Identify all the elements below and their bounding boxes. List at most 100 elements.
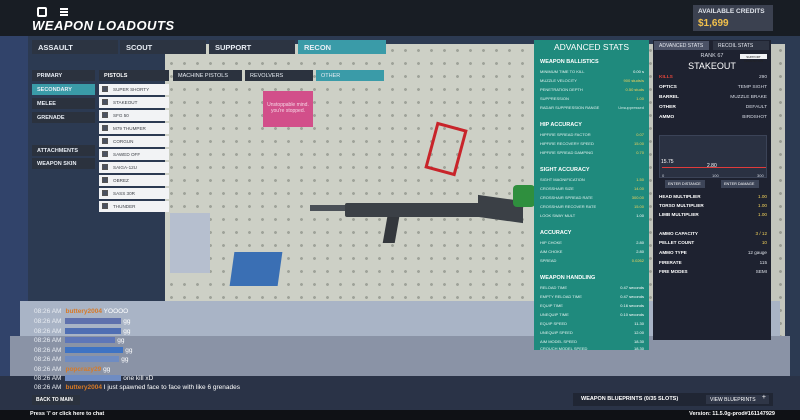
weapon-info-panel: ADVANCED STATS RECOIL STATS RANK 67 SUPP… bbox=[653, 40, 771, 340]
checkbox-icon bbox=[102, 125, 108, 131]
section-heading: WEAPON HANDLING bbox=[540, 275, 596, 281]
advanced-stats-title: ADVANCED STATS bbox=[553, 42, 630, 52]
page-title: WEAPON LOADOUTS bbox=[32, 18, 175, 33]
stat-row: UNEQUIP TIME 0.10 seconds bbox=[540, 312, 644, 317]
weapon-item[interactable]: THUNDER bbox=[99, 201, 169, 212]
subcat-other[interactable]: OTHER bbox=[316, 70, 384, 81]
multiplier-row: LIMB MULTIPLIER 1.00 bbox=[659, 212, 767, 217]
stat-row: RADAR SUPPRESSION RANGE Unsuppressed bbox=[540, 105, 644, 110]
slot-melee[interactable]: MELEE bbox=[32, 98, 95, 109]
tab-advanced-stats[interactable]: ADVANCED STATS bbox=[654, 41, 709, 50]
plus-icon: + bbox=[761, 394, 766, 401]
stat-row: PENETRATION DEPTH 0.50 studs bbox=[540, 87, 644, 92]
stat-row: SUPPRESSION 1.00 bbox=[540, 96, 644, 101]
chat-message: 08:26 AM gg bbox=[34, 347, 133, 354]
stat-row: EQUIP TIME 0.16 seconds bbox=[540, 303, 644, 308]
ammo-row: PELLET COUNT 10 bbox=[659, 240, 767, 245]
credits-label: AVAILABLE CREDITS bbox=[698, 8, 765, 15]
ammo-row: FIRE MODES SEMI bbox=[659, 269, 767, 274]
enter-distance-button[interactable]: ENTER DISTANCE bbox=[665, 180, 705, 188]
pegboard bbox=[165, 44, 555, 344]
weapon-class-header[interactable]: PISTOLS bbox=[99, 70, 169, 81]
blueprints-label: WEAPON BLUEPRINTS (0/35 SLOTS) bbox=[581, 396, 679, 402]
checkbox-icon bbox=[102, 164, 108, 170]
weapon-item[interactable]: SUPER SHORTY bbox=[99, 84, 169, 95]
advanced-stats-panel[interactable]: ADVANCED STATS WEAPON BALLISTICS MINIMUM… bbox=[534, 40, 649, 351]
ammo-row: AMMO TYPE 12 gauge bbox=[659, 250, 767, 255]
chat-message: 08:26 AM one kill xD bbox=[34, 375, 154, 382]
credits-box: AVAILABLE CREDITS $1,699 bbox=[693, 5, 773, 31]
weapon-name: STAKEOUT bbox=[688, 61, 736, 71]
checkbox-icon bbox=[102, 112, 108, 118]
ammo-row: FIRERATE 115 bbox=[659, 260, 767, 265]
stat-row: AIM CHOKE 2.80 bbox=[540, 249, 644, 254]
stat-row: AIM MODEL SPEED 18.30 bbox=[540, 339, 644, 344]
attachments-button[interactable]: ATTACHMENTS bbox=[32, 145, 95, 156]
attachment-row: OPTICS TEMP SIGHT bbox=[659, 85, 767, 90]
slot-secondary[interactable]: SECONDARY bbox=[32, 84, 95, 95]
graph-tick: 0 bbox=[662, 173, 665, 178]
credits-value: $1,699 bbox=[698, 18, 729, 29]
checkbox-icon bbox=[102, 86, 108, 92]
checkbox-icon bbox=[102, 151, 108, 157]
chat-hint[interactable]: Press '/' or click here to chat bbox=[30, 411, 104, 417]
stat-row: MINIMUM TIME TO KILL 0.00 s bbox=[540, 69, 644, 74]
chat-message: 08:26 AM gg bbox=[34, 328, 131, 335]
ammo-row: AMMO CAPACITY 3 / 12 bbox=[659, 231, 767, 236]
stat-row: EQUIP SPEED 11.30 bbox=[540, 321, 644, 326]
view-blueprints-button[interactable]: VIEW BLUEPRINTS + bbox=[706, 394, 769, 404]
weapon-item[interactable]: SFG 50 bbox=[99, 110, 169, 121]
tab-scout[interactable]: SCOUT bbox=[120, 40, 206, 54]
weapon-item[interactable]: SAIGA-12U bbox=[99, 162, 169, 173]
chat-message: 08:26 AM gg bbox=[34, 356, 129, 363]
stat-row: LOOK SWAY MULT 1.00 bbox=[540, 213, 644, 218]
kills-row: KILLS 290 bbox=[659, 75, 767, 80]
graph-tick: 300 bbox=[757, 173, 764, 178]
bottom-bar: Press '/' or click here to chat Version:… bbox=[0, 410, 800, 420]
weapon-item[interactable]: STAKEOUT bbox=[99, 97, 169, 108]
attachment-row: OTHER DEFAULT bbox=[659, 105, 767, 110]
tab-recon[interactable]: RECON bbox=[298, 40, 386, 54]
weapon-skin-button[interactable]: WEAPON SKIN bbox=[32, 158, 95, 169]
weapon-item[interactable]: OBREZ bbox=[99, 175, 169, 186]
menu-icon[interactable] bbox=[60, 8, 68, 16]
ammo-badge: SUPPORT AMMUNITION bbox=[740, 54, 767, 63]
stat-row: HIPFIRE SPREAD DAMPING 0.70 bbox=[540, 150, 644, 155]
weapon-item[interactable]: M79 THUMPER bbox=[99, 123, 169, 134]
tab-assault[interactable]: ASSAULT bbox=[32, 40, 118, 54]
damage-falloff-graph[interactable]: 15.75 2.80 0 100 300 bbox=[659, 135, 767, 178]
tape-measure bbox=[513, 185, 535, 207]
near-damage: 15.75 bbox=[661, 159, 674, 165]
multiplier-row: HEAD MULTIPLIER 1.00 bbox=[659, 194, 767, 199]
slot-primary[interactable]: PRIMARY bbox=[32, 70, 95, 81]
version-label: Version: 11.5.0g-prod#161147929 bbox=[689, 411, 775, 417]
tab-recoil-stats[interactable]: RECOIL STATS bbox=[713, 41, 769, 50]
slot-grenade[interactable]: GRENADE bbox=[32, 112, 95, 123]
section-heading: ACCURACY bbox=[540, 230, 572, 236]
weapon-item[interactable]: SASS 30R bbox=[99, 188, 169, 199]
chat-message: 08:26 AM buttery2004 I just spawned face … bbox=[34, 384, 240, 391]
stat-row: CROSSHAIR RECOVER RATE 15.00 bbox=[540, 204, 644, 209]
stat-row: SIGHT MAGNIFICATION 1.50 bbox=[540, 177, 644, 182]
subcat-machine-pistols[interactable]: MACHINE PISTOLS bbox=[173, 70, 242, 81]
stat-row: HIP CHOKE 2.80 bbox=[540, 240, 644, 245]
chat-message: 08:26 AM gg bbox=[34, 318, 131, 325]
subcat-revolvers[interactable]: REVOLVERS bbox=[245, 70, 313, 81]
game-screen: Unstoppable mind. you're stopped. WEAPON… bbox=[0, 0, 800, 420]
checkbox-icon bbox=[102, 190, 108, 196]
tab-support[interactable]: SUPPORT bbox=[209, 40, 295, 54]
graph-tick: 100 bbox=[712, 173, 719, 178]
weapon-item[interactable]: SAWED OFF bbox=[99, 149, 169, 160]
stat-row: RELOAD TIME 0.47 seconds bbox=[540, 285, 644, 290]
back-to-main-button[interactable]: BACK TO MAIN bbox=[32, 395, 80, 405]
chat-message: 08:26 AM buttery2004 YOOOO bbox=[34, 308, 129, 315]
chat-message: 08:26 AM popcrazy29 gg bbox=[34, 366, 111, 373]
weapon-item[interactable]: CORGUN bbox=[99, 136, 169, 147]
roblox-logo-icon[interactable] bbox=[37, 7, 47, 17]
stat-row: SPREAD 0.0262 bbox=[540, 258, 644, 263]
top-bar: WEAPON LOADOUTS AVAILABLE CREDITS $1,699 bbox=[0, 0, 800, 36]
enter-damage-button[interactable]: ENTER DAMAGE bbox=[721, 180, 759, 188]
chat-message: 08:26 AM gg bbox=[34, 337, 125, 344]
wall-shelf bbox=[170, 213, 210, 273]
stat-row: CROUCH MODEL SPEED 18.30 bbox=[540, 346, 644, 351]
